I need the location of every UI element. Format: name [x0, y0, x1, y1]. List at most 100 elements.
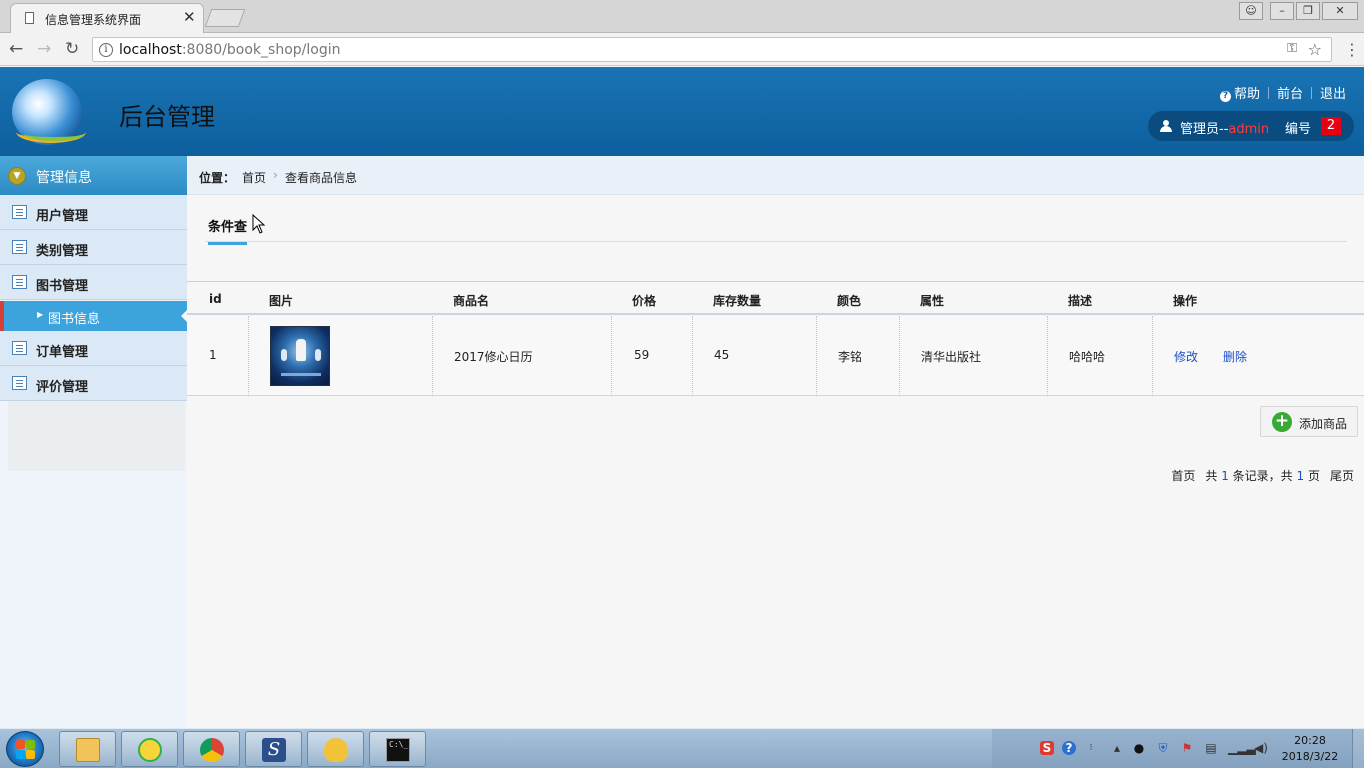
chrome-icon: [200, 738, 224, 762]
total-records: 1: [1221, 469, 1229, 483]
logo-swoosh-green: [24, 127, 84, 141]
frontend-link[interactable]: 前台: [1277, 83, 1303, 102]
device-icon[interactable]: ▤: [1204, 741, 1218, 755]
sidebar-item-users[interactable]: 用户管理: [0, 195, 187, 230]
squirrel-app-icon: [324, 738, 348, 762]
col-description: 描述: [1068, 294, 1093, 308]
cell-id: 1: [209, 348, 217, 362]
sidebar-heading[interactable]: ▼ 管理信息: [0, 156, 187, 195]
close-window-button[interactable]: ✕: [1322, 2, 1358, 20]
taskbar-editor[interactable]: S: [245, 731, 302, 767]
chevron-down-icon: ▼: [8, 167, 26, 185]
sidebar-item-books[interactable]: 图书管理: [0, 265, 187, 300]
input-method-icon[interactable]: S: [1040, 741, 1054, 755]
product-image: [270, 326, 330, 386]
sidebar-item-reviews[interactable]: 评价管理: [0, 366, 187, 401]
list-icon: [12, 275, 27, 289]
pagination: 首页共 1 条记录，共 1 页尾页: [1171, 469, 1354, 483]
sidebar-item-categories[interactable]: 类别管理: [0, 230, 187, 265]
col-actions: 操作: [1173, 294, 1198, 308]
number-badge: 2: [1321, 117, 1341, 135]
show-desktop-button[interactable]: [1352, 729, 1364, 768]
taskbar: S C:\_ S ? ⁝ ▴ ● ⛨ ⚑ ▤ ▁▂▃ ◀) 20:28 2018…: [0, 728, 1364, 768]
user-name: admin: [1228, 122, 1270, 137]
top-links: ? 帮助 前台 退出: [1219, 83, 1346, 102]
col-stock: 库存数量: [713, 294, 762, 308]
breadcrumb-home[interactable]: 首页: [242, 169, 266, 186]
list-icon: [12, 376, 27, 390]
back-icon[interactable]: ←: [9, 39, 23, 59]
flag-icon[interactable]: ⚑: [1180, 741, 1194, 755]
clock-time: 20:28: [1294, 734, 1326, 747]
star-icon[interactable]: ☆: [1308, 40, 1322, 59]
start-button[interactable]: [6, 731, 44, 767]
taskbar-music[interactable]: [121, 731, 178, 767]
breadcrumb-current: 查看商品信息: [285, 171, 358, 185]
user-info: 管理员--admin 编号 2: [1148, 111, 1354, 141]
breadcrumb-arrow-icon: ›: [273, 168, 278, 182]
music-app-icon: [138, 738, 162, 762]
folder-icon: [76, 738, 100, 762]
list-icon: [12, 205, 27, 219]
cell-stock: 45: [714, 348, 730, 362]
minimize-button[interactable]: –: [1270, 2, 1294, 20]
taskbar-app[interactable]: [307, 731, 364, 767]
table-header: id 图片 商品名 价格 库存数量 颜色 属性 描述 操作: [187, 282, 1364, 315]
sidebar: ▼ 管理信息 用户管理 类别管理 图书管理 ▶ 图书信息 订单管理 评价管理: [0, 156, 187, 728]
breadcrumb-label: 位置：: [199, 171, 236, 185]
tab-title: 信息管理系统界面: [45, 13, 142, 27]
document-icon: [25, 12, 34, 24]
col-attribute: 属性: [920, 294, 945, 308]
col-id: id: [209, 292, 222, 306]
volume-icon[interactable]: ◀): [1254, 741, 1268, 755]
last-page-link[interactable]: 尾页: [1330, 469, 1354, 483]
url-text[interactable]: localhost:8080/book_shop/login: [119, 42, 340, 58]
show-hidden-icons-icon[interactable]: ▴: [1110, 741, 1124, 755]
address-bar[interactable]: i localhost:8080/book_shop/login ⚿ ☆: [92, 37, 1332, 62]
clock-date: 2018/3/22: [1281, 750, 1339, 763]
main-content: 位置： 首页 › 查看商品信息 条件查 id 图片 商品名 价格 库存数量 颜色…: [187, 156, 1364, 728]
menu-icon[interactable]: ⋮: [1344, 40, 1360, 59]
user-label: 管理员--admin: [1180, 122, 1270, 137]
first-page-link[interactable]: 首页: [1171, 469, 1195, 483]
terminal-icon: C:\_: [386, 738, 410, 762]
caret-right-icon: ▶: [37, 310, 44, 319]
close-tab-icon[interactable]: ✕: [183, 8, 196, 26]
delete-link[interactable]: 删除: [1223, 348, 1247, 365]
add-product-button[interactable]: + 添加商品: [1260, 406, 1358, 437]
shield-icon[interactable]: ⛨: [1156, 741, 1170, 755]
help-link[interactable]: ? 帮助: [1219, 83, 1260, 102]
info-icon[interactable]: i: [99, 43, 113, 57]
col-color: 颜色: [837, 294, 862, 308]
browser-toolbar: ← → ↻ i localhost:8080/book_shop/login ⚿…: [0, 33, 1364, 66]
sidebar-item-book-info[interactable]: ▶ 图书信息: [0, 301, 187, 331]
app-title: 后台管理: [119, 103, 215, 131]
network-icon[interactable]: ▁▂▃: [1228, 741, 1256, 755]
tray-menu-icon[interactable]: ⁝: [1084, 741, 1098, 755]
taskbar-chrome[interactable]: [183, 731, 240, 767]
forward-icon[interactable]: →: [37, 39, 51, 59]
cell-price: 59: [634, 348, 650, 362]
help-tray-icon[interactable]: ?: [1062, 741, 1076, 755]
cell-color: 李铭: [838, 350, 863, 364]
taskbar-explorer[interactable]: [59, 731, 116, 767]
reload-icon[interactable]: ↻: [65, 39, 79, 59]
restore-button[interactable]: ❐: [1296, 2, 1320, 20]
logout-link[interactable]: 退出: [1320, 83, 1346, 102]
profile-icon[interactable]: ☺: [1239, 2, 1263, 20]
app-header: 后台管理 ? 帮助 前台 退出 管理员--admin 编号 2: [0, 67, 1364, 156]
taskbar-cmd[interactable]: C:\_: [369, 731, 426, 767]
col-image: 图片: [269, 294, 294, 308]
edit-link[interactable]: 修改: [1174, 348, 1198, 365]
key-icon[interactable]: ⚿: [1287, 41, 1297, 56]
sidebar-item-orders[interactable]: 订单管理: [0, 331, 187, 366]
col-name: 商品名: [453, 294, 490, 308]
new-tab-button[interactable]: [204, 9, 246, 27]
clock[interactable]: 20:28 2018/3/22: [1280, 733, 1340, 765]
table-row: 1 2017修心日历 59 45 李铭 清华出版社 哈哈哈 修改 删除: [187, 316, 1364, 396]
total-pages: 1: [1296, 469, 1305, 483]
list-icon: [12, 240, 27, 254]
cell-description: 哈哈哈: [1069, 350, 1106, 364]
browser-tab[interactable]: 信息管理系统界面 ✕: [10, 3, 204, 33]
qq-icon[interactable]: ●: [1132, 741, 1146, 755]
